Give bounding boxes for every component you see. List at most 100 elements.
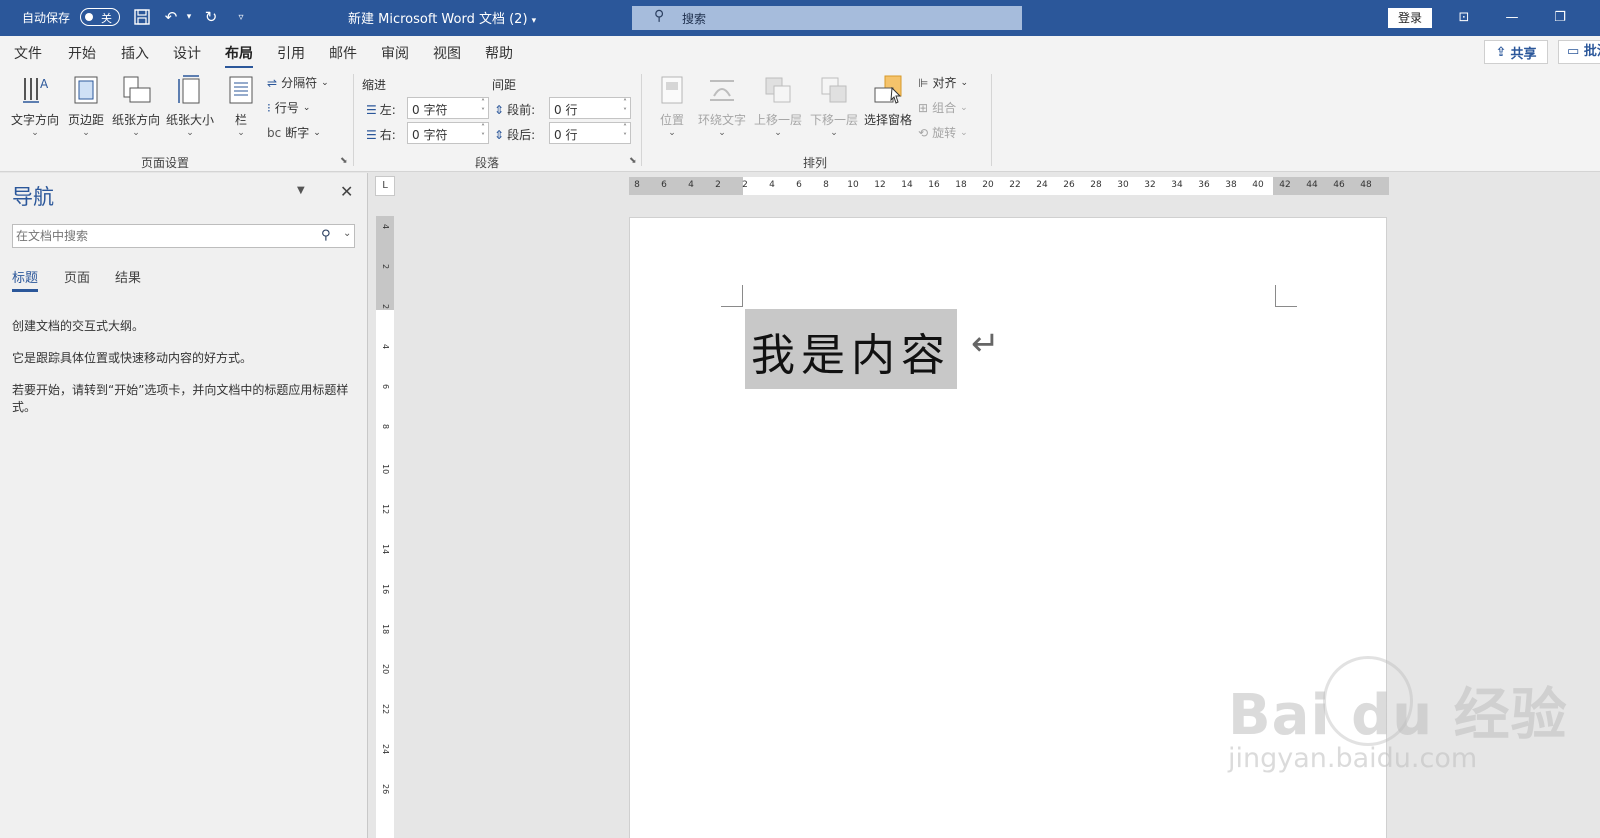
hyphenation-button[interactable]: bc 断字 ⌄	[267, 124, 321, 141]
text-direction-button[interactable]: A 文字方向 ⌄	[9, 74, 61, 138]
nav-options-dropdown-icon[interactable]: ▼	[297, 185, 305, 196]
align-button[interactable]: ⊫ 对齐 ⌄	[918, 74, 968, 91]
save-icon[interactable]	[131, 6, 153, 28]
nav-search-box[interactable]: ⚲ ⌄	[12, 224, 355, 248]
tab-selector[interactable]: L	[375, 176, 395, 196]
ruler-tick: 32	[1144, 180, 1156, 190]
ruler-tick: 8	[823, 180, 829, 190]
group-separator	[641, 74, 642, 166]
indent-left-label: ☰ 左:	[366, 101, 396, 118]
tell-me-search[interactable]: ⚲ 搜索	[632, 6, 1022, 30]
ruler-tick: 22	[1009, 180, 1021, 190]
document-title[interactable]: 新建 Microsoft Word 文档 (2) ▾	[348, 8, 536, 27]
spin-arrows-icon[interactable]: ˄ ˅	[623, 123, 627, 141]
hyphenation-icon: bc	[267, 125, 282, 140]
restore-icon[interactable]: ❐	[1540, 6, 1580, 30]
chevron-down-icon[interactable]: ⌄	[343, 228, 351, 239]
share-button[interactable]: ⇪ 共享	[1484, 40, 1548, 64]
undo-dropdown-icon[interactable]: ▾	[178, 6, 200, 28]
indent-left-input[interactable]: 0 字符 ˄ ˅	[407, 97, 489, 119]
indent-right-input[interactable]: 0 字符 ˄ ˅	[407, 122, 489, 144]
ruler-tick: 2	[381, 264, 390, 270]
spin-arrows-icon[interactable]: ˄ ˅	[623, 98, 627, 116]
selected-body-text[interactable]: 我是内容	[745, 309, 957, 389]
nav-tab-results[interactable]: 结果	[115, 267, 141, 286]
comments-button[interactable]: ▭ 批注	[1558, 40, 1600, 64]
rotate-button[interactable]: ⟲ 旋转 ⌄	[918, 124, 968, 141]
orientation-label: 纸张方向	[111, 113, 160, 127]
spin-arrows-icon[interactable]: ˄ ˅	[481, 123, 485, 141]
vertical-ruler[interactable]: 4 2 2 4 6 8 10 12 14 16 18 20 22 24 26	[376, 216, 394, 838]
tab-help[interactable]: 帮助	[485, 43, 513, 63]
autosave-toggle[interactable]: 关	[80, 8, 120, 26]
pane-divider[interactable]	[367, 173, 368, 838]
ruler-tick: 48	[1360, 180, 1372, 190]
arrange-group-label: 排列	[803, 156, 828, 170]
navigation-pane: 导航 ▼ ✕ ⚲ ⌄ 标题 页面 结果 创建文档的交互式大纲。 它是跟踪具体位置…	[0, 173, 367, 838]
bring-forward-button[interactable]: 上移一层 ⌄	[752, 74, 804, 138]
position-icon	[661, 76, 683, 104]
columns-button[interactable]: 栏 ⌄	[215, 74, 267, 138]
tab-file[interactable]: 文件	[14, 43, 42, 63]
selection-pane-label: 选择窗格	[863, 113, 912, 127]
ruler-tick: 38	[1225, 180, 1237, 190]
send-backward-button[interactable]: 下移一层 ⌄	[808, 74, 860, 138]
baidu-jingyan-watermark: Bai du 经验 jingyan.baidu.com	[1228, 656, 1568, 774]
tab-references[interactable]: 引用	[277, 43, 305, 63]
dialog-launcher-icon[interactable]: ⬊	[340, 156, 348, 166]
spacing-before-input[interactable]: 0 行 ˄ ˅	[549, 97, 631, 119]
spacing-after-input[interactable]: 0 行 ˄ ˅	[549, 122, 631, 144]
group-button[interactable]: ⊞ 组合 ⌄	[918, 99, 968, 116]
margins-button[interactable]: 页边距 ⌄	[60, 74, 112, 138]
nav-tab-pages[interactable]: 页面	[64, 267, 90, 286]
tab-home[interactable]: 开始	[68, 43, 96, 63]
tab-review[interactable]: 审阅	[381, 43, 409, 63]
wrap-text-button[interactable]: 环绕文字 ⌄	[696, 74, 748, 138]
ruler-tick: 22	[381, 704, 390, 715]
margin-corner-mark	[1275, 285, 1297, 307]
line-numbers-button[interactable]: ⁝ 行号 ⌄	[267, 99, 310, 116]
svg-text:A: A	[40, 77, 49, 91]
orientation-button[interactable]: 纸张方向 ⌄	[110, 74, 162, 138]
horizontal-ruler[interactable]: 8 6 4 2 2 4 6 8 10 12 14 16 18 20 22 24 26 28 30 32 34 36 38 40…	[629, 177, 1389, 195]
breaks-button[interactable]: ⇌ 分隔符 ⌄	[267, 74, 329, 91]
ruler-tick: 18	[955, 180, 967, 190]
tab-view[interactable]: 视图	[433, 43, 461, 63]
chevron-down-icon: ⌄	[186, 128, 194, 138]
ruler-tick: 12	[874, 180, 886, 190]
tab-insert[interactable]: 插入	[121, 43, 149, 63]
position-button[interactable]: 位置 ⌄	[646, 74, 698, 138]
orientation-icon	[123, 76, 151, 103]
title-dropdown-icon: ▾	[531, 16, 537, 26]
margin-corner-mark	[721, 285, 743, 307]
size-button[interactable]: 纸张大小 ⌄	[164, 74, 216, 138]
login-button[interactable]: 登录	[1388, 8, 1432, 28]
ruler-tick: 6	[661, 180, 667, 190]
selection-pane-button[interactable]: 选择窗格	[862, 74, 914, 128]
search-icon[interactable]: ⚲	[321, 228, 331, 243]
redo-icon[interactable]: ↻	[200, 6, 222, 28]
close-icon[interactable]: ✕	[340, 182, 353, 201]
size-label: 纸张大小	[165, 113, 214, 127]
minimize-icon[interactable]: —	[1492, 6, 1532, 30]
nav-search-input[interactable]	[13, 225, 303, 247]
tab-mailings[interactable]: 邮件	[329, 43, 357, 63]
indent-heading: 缩进	[362, 78, 387, 92]
ribbon-display-icon[interactable]: ⊡	[1444, 6, 1484, 30]
ruler-tick: 14	[381, 544, 390, 555]
ruler-tick: 24	[381, 744, 390, 755]
dialog-launcher-icon[interactable]: ⬊	[629, 156, 637, 166]
tab-design[interactable]: 设计	[173, 43, 201, 63]
tab-layout[interactable]: 布局	[225, 43, 253, 69]
customize-qat-icon[interactable]: ▿	[230, 6, 252, 28]
columns-label: 栏	[234, 113, 247, 127]
ribbon-tabs: 文件 开始 插入 设计 布局 引用 邮件 审阅 视图 帮助 ⇪共享 ▭ 批注	[0, 36, 1600, 69]
ruler-tick: 10	[847, 180, 859, 190]
nav-tab-headings[interactable]: 标题	[12, 267, 39, 292]
spin-arrows-icon[interactable]: ˄ ˅	[481, 98, 485, 116]
nav-help-text: 创建文档的交互式大纲。	[12, 319, 145, 333]
ruler-tick: 20	[381, 664, 390, 675]
chevron-down-icon: ⌄	[718, 128, 726, 138]
indent-right-icon: ☰	[366, 127, 377, 142]
margins-label: 页边距	[67, 113, 104, 127]
